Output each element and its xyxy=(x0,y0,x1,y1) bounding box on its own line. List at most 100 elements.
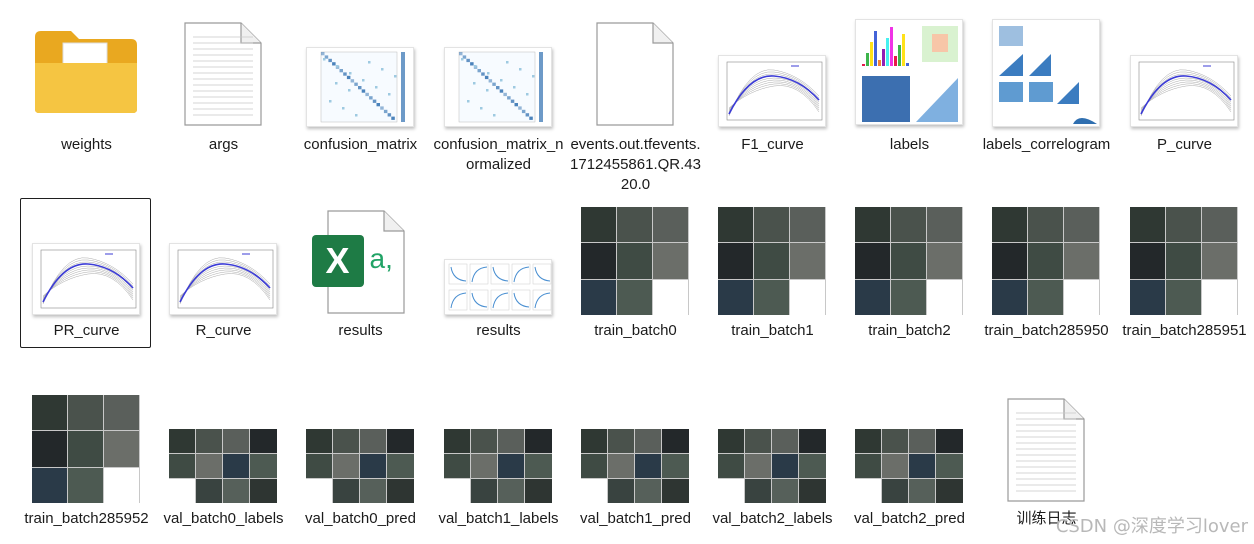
file-name: confusion_matrix xyxy=(303,136,418,153)
matrix-thumbnail xyxy=(458,51,543,123)
file-name: PR_curve xyxy=(53,322,120,339)
text-file-icon xyxy=(1006,398,1085,502)
train-batch-thumbnail xyxy=(854,207,963,315)
file-item-21[interactable]: val_batch1_labels xyxy=(432,386,563,536)
file-thumbnail xyxy=(183,21,263,127)
text-file-icon xyxy=(183,22,262,126)
val-batch-thumbnail xyxy=(717,429,826,503)
file-item-23[interactable]: val_batch2_labels xyxy=(706,386,837,536)
file-thumbnail xyxy=(168,243,277,315)
file-item-12[interactable]: results xyxy=(432,198,563,348)
labels-thumbnail xyxy=(861,26,958,122)
file-name: train_batch285951 xyxy=(1122,322,1247,339)
file-name: args xyxy=(208,136,239,153)
file-name: weights xyxy=(61,136,112,153)
file-item-4[interactable]: events.out.tfevents.1712455861.QR.4320.0 xyxy=(569,10,701,193)
val-batch-thumbnail xyxy=(168,429,277,503)
file-item-9[interactable]: PR_curve xyxy=(20,198,151,348)
file-thumbnail xyxy=(1129,55,1238,127)
file-thumbnail xyxy=(991,207,1100,315)
file-name: val_batch2_labels xyxy=(712,510,833,527)
file-item-19[interactable]: val_batch0_labels xyxy=(157,386,288,536)
file-thumbnail xyxy=(443,47,552,127)
file-name: results xyxy=(338,322,383,339)
file-thumbnail xyxy=(305,47,414,127)
file-item-18[interactable]: train_batch285952 xyxy=(20,386,151,536)
file-item-0[interactable]: weights xyxy=(20,10,151,160)
excel-suffix: a, xyxy=(369,243,393,274)
file-thumbnail xyxy=(854,429,963,503)
file-thumbnail xyxy=(168,429,277,503)
file-thumbnail xyxy=(580,207,689,315)
correlogram-thumbnail xyxy=(998,26,1097,124)
file-thumbnail xyxy=(443,259,552,315)
file-name: train_batch285952 xyxy=(24,510,149,527)
file-name: results xyxy=(476,322,521,339)
matrix-thumbnail xyxy=(320,51,405,123)
file-name: train_batch0 xyxy=(594,322,677,339)
file-item-22[interactable]: val_batch1_pred xyxy=(569,386,700,536)
file-thumbnail xyxy=(31,395,140,503)
file-thumbnail xyxy=(1129,207,1238,315)
file-thumbnail xyxy=(1006,397,1086,503)
train-batch-thumbnail xyxy=(1129,207,1238,315)
file-name: train_batch1 xyxy=(731,322,814,339)
file-name: train_batch285950 xyxy=(984,322,1109,339)
curve-thumbnail xyxy=(726,61,822,121)
file-thumbnail xyxy=(580,429,689,503)
file-item-8[interactable]: P_curve xyxy=(1118,10,1249,160)
file-item-5[interactable]: F1_curve xyxy=(706,10,837,160)
file-thumbnail xyxy=(443,429,552,503)
file-thumbnail xyxy=(717,207,826,315)
file-item-7[interactable]: labels_correlogram xyxy=(980,10,1111,160)
file-item-1[interactable]: args xyxy=(157,10,288,160)
curve-thumbnail xyxy=(40,249,136,309)
file-item-17[interactable]: train_batch285951 xyxy=(1118,198,1249,348)
file-grid: weights args confusion_matrix confusion_mat… xyxy=(0,0,1254,544)
file-name: events.out.tfevents.1712455861.QR.4320.0 xyxy=(570,136,701,193)
file-thumbnail xyxy=(717,429,826,503)
file-name: labels_correlogram xyxy=(982,136,1111,153)
file-item-3[interactable]: confusion_matrix_normalized xyxy=(432,10,564,173)
file-item-14[interactable]: train_batch1 xyxy=(706,198,837,348)
file-item-2[interactable]: confusion_matrix xyxy=(294,10,425,160)
curve-thumbnail xyxy=(177,249,273,309)
file-name: val_batch0_pred xyxy=(305,510,416,527)
train-batch-thumbnail xyxy=(31,395,140,503)
curve-thumbnail xyxy=(1138,61,1234,121)
file-item-6[interactable]: labels xyxy=(843,10,974,160)
train-batch-thumbnail xyxy=(580,207,689,315)
train-batch-thumbnail xyxy=(717,207,826,315)
val-batch-thumbnail xyxy=(854,429,963,503)
results-thumbnail xyxy=(448,263,551,311)
file-item-15[interactable]: train_batch2 xyxy=(843,198,974,348)
file-thumbnail xyxy=(717,55,826,127)
file-item-13[interactable]: train_batch0 xyxy=(569,198,700,348)
excel-file-icon: Xa, xyxy=(311,209,408,315)
excel-logo-icon: X xyxy=(311,235,364,287)
blank-file-icon xyxy=(595,22,674,126)
file-thumbnail xyxy=(33,29,139,115)
file-thumbnail xyxy=(854,19,963,125)
val-batch-thumbnail xyxy=(580,429,689,503)
val-batch-thumbnail xyxy=(305,429,414,503)
file-name: val_batch1_labels xyxy=(438,510,559,527)
file-item-16[interactable]: train_batch285950 xyxy=(980,198,1111,348)
file-thumbnail xyxy=(305,429,414,503)
file-item-24[interactable]: val_batch2_pred xyxy=(843,386,974,536)
file-item-10[interactable]: R_curve xyxy=(157,198,288,348)
file-thumbnail: Xa, xyxy=(311,209,408,315)
file-thumbnail xyxy=(854,207,963,315)
file-name: val_batch2_pred xyxy=(854,510,965,527)
file-name: R_curve xyxy=(195,322,252,339)
train-batch-thumbnail xyxy=(991,207,1100,315)
file-thumbnail xyxy=(31,243,140,315)
file-name: val_batch1_pred xyxy=(580,510,691,527)
file-item-20[interactable]: val_batch0_pred xyxy=(294,386,425,536)
file-item-11[interactable]: Xa, results xyxy=(294,198,425,348)
file-thumbnail xyxy=(991,19,1100,127)
file-name: labels xyxy=(889,136,930,153)
val-batch-thumbnail xyxy=(443,429,552,503)
folder-icon xyxy=(34,31,137,113)
file-thumbnail xyxy=(595,21,675,127)
